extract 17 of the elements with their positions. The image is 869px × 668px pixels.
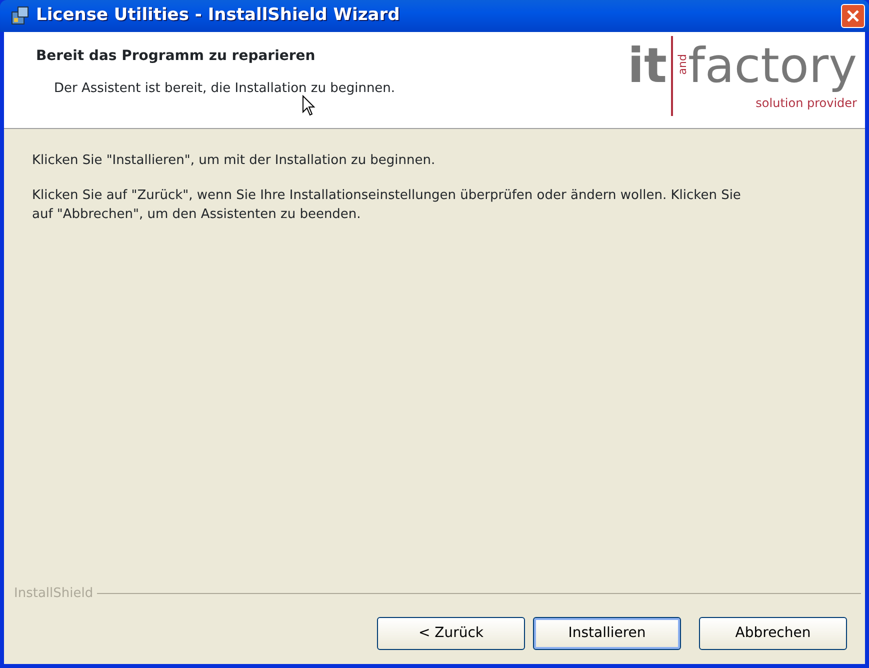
brand-label: InstallShield — [14, 584, 94, 602]
wizard-button[interactable]: Abbrechen — [699, 617, 847, 650]
header-subtitle: Der Assistent ist bereit, die Installation zu beginnen. — [54, 80, 396, 98]
logo-tagline: solution provider — [756, 95, 857, 112]
close-icon — [846, 9, 860, 23]
logo-text: and — [676, 54, 688, 75]
wizard-button[interactable]: Installieren — [533, 617, 681, 650]
body-text: Klicken Sie auf "Zurück", wenn Sie Ihre Installationseinstellungen überprüfen oder ändern wollen. Klicken Sie auf "Abbrechen", um den Assistenten zu beenden. — [32, 186, 742, 224]
window-title: License Utilities - InstallShield Wizard — [36, 4, 401, 28]
wizard-button[interactable]: < Zurück — [377, 617, 525, 650]
body-text: Klicken Sie "Installieren", um mit der Installation zu beginnen. — [32, 152, 436, 170]
close-button[interactable] — [841, 4, 865, 28]
logo-text: factory — [688, 37, 857, 96]
cursor-icon — [302, 95, 316, 117]
header-title: Bereit das Programm zu reparieren — [36, 47, 316, 66]
installer-icon — [10, 6, 30, 26]
logo-text: it — [628, 37, 667, 96]
